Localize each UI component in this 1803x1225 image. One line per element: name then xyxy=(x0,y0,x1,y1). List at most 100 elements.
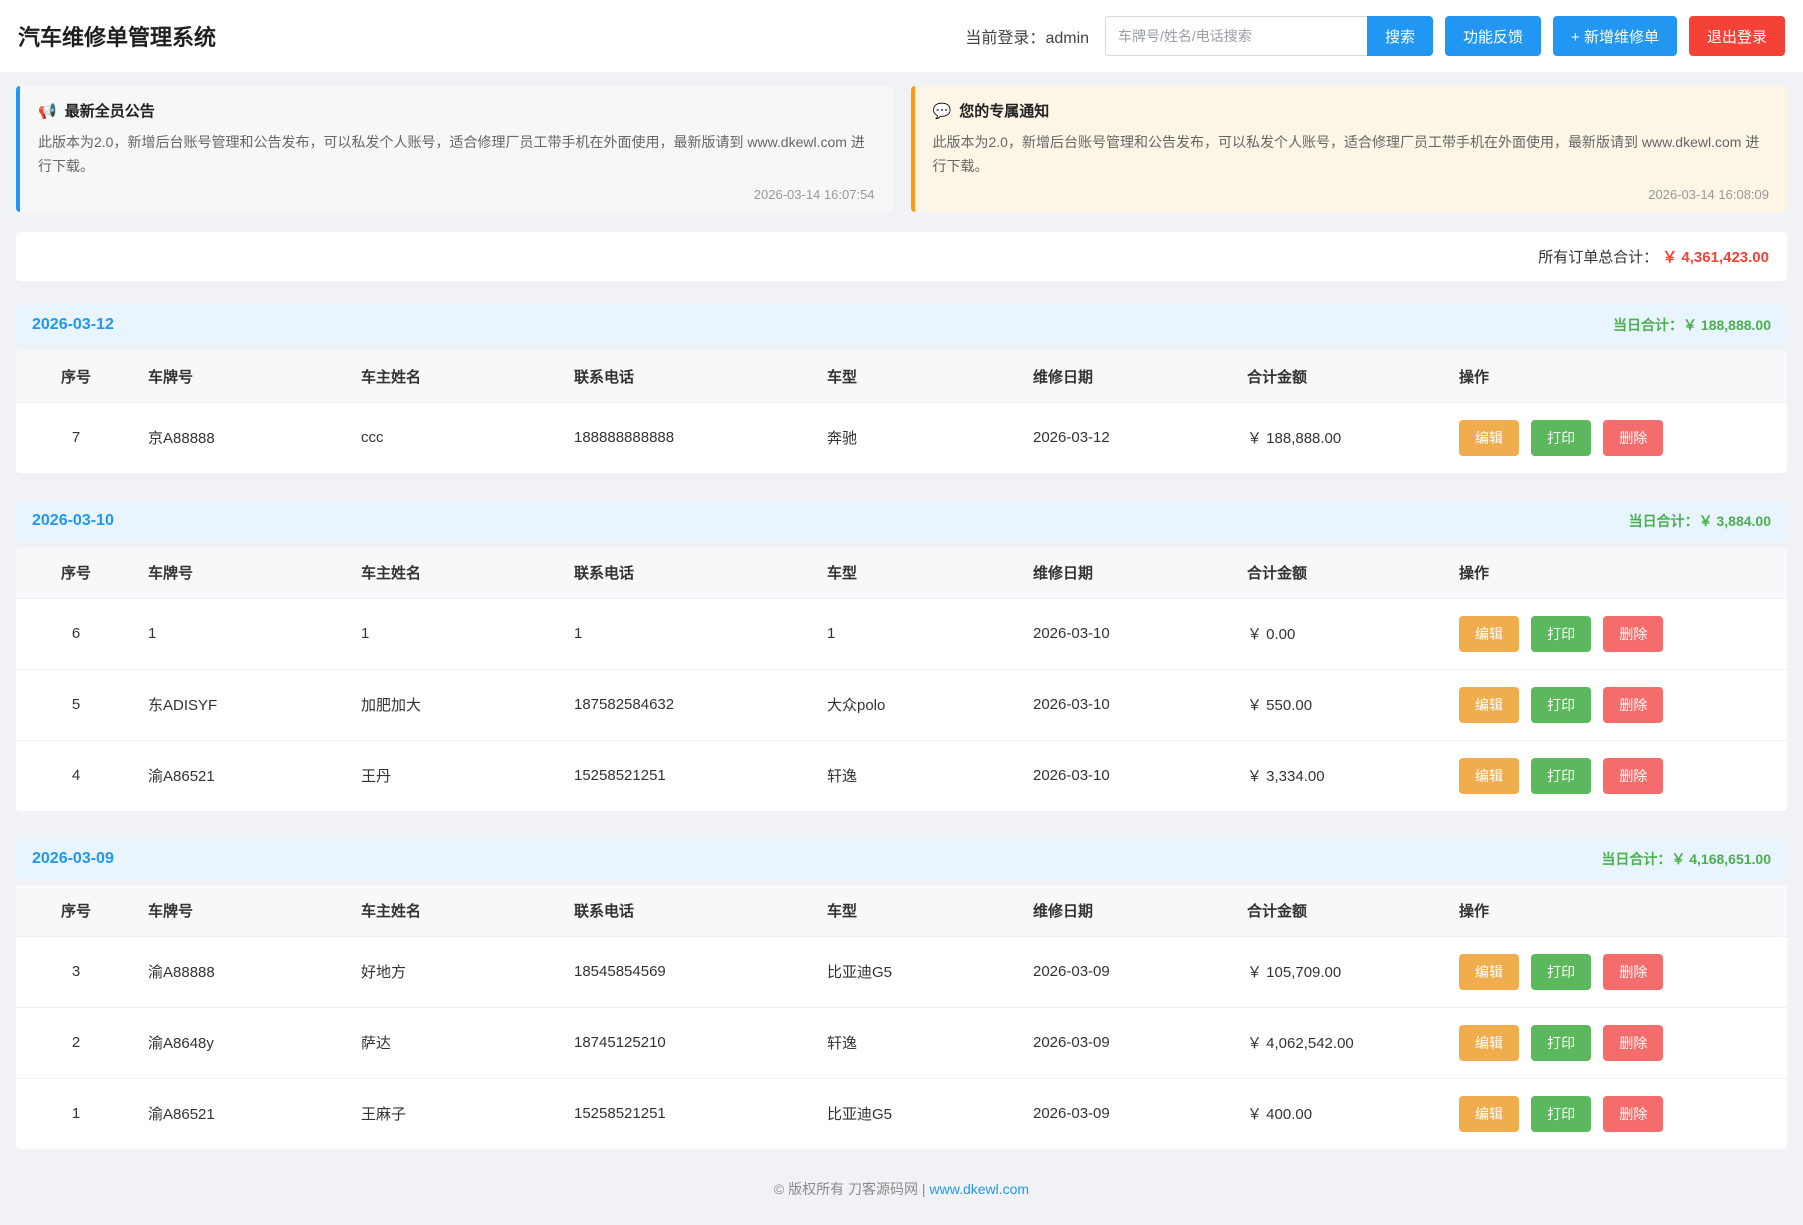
order-plate: 1 xyxy=(136,598,349,669)
column-header-phone: 联系电话 xyxy=(562,885,815,937)
announcement-card: 📢 最新全员公告 此版本为2.0，新增后台账号管理和公告发布，可以私发个人账号，… xyxy=(16,86,893,212)
megaphone-icon: 📢 xyxy=(38,102,57,120)
order-owner: 萨达 xyxy=(349,1007,562,1078)
print-button[interactable]: 打印 xyxy=(1531,687,1591,723)
topbar-actions: 当前登录：admin 搜索 功能反馈 + 新增维修单 退出登录 xyxy=(965,16,1785,56)
order-plate: 渝A86521 xyxy=(136,1078,349,1149)
grand-total-bar: 所有订单总合计：￥ 4,361,423.00 xyxy=(16,232,1787,281)
footer-link[interactable]: www.dkewl.com xyxy=(930,1181,1030,1197)
column-header-model: 车型 xyxy=(815,885,1021,937)
order-actions: 编辑 打印 删除 xyxy=(1447,936,1787,1007)
column-header-no: 序号 xyxy=(16,547,136,599)
order-owner: ccc xyxy=(349,402,562,473)
speech-bubble-icon: 💬 xyxy=(933,102,952,120)
order-phone: 15258521251 xyxy=(562,1078,815,1149)
order-phone: 15258521251 xyxy=(562,740,815,811)
order-phone: 18545854569 xyxy=(562,936,815,1007)
print-button[interactable]: 打印 xyxy=(1531,1096,1591,1132)
order-no: 6 xyxy=(16,598,136,669)
orders-table-card: 序号车牌号车主姓名联系电话车型维修日期合计金额操作 7 京A88888 ccc … xyxy=(16,351,1787,473)
print-button[interactable]: 打印 xyxy=(1531,616,1591,652)
orders-table-card: 序号车牌号车主姓名联系电话车型维修日期合计金额操作 6 1 1 1 1 2026… xyxy=(16,547,1787,811)
column-header-owner: 车主姓名 xyxy=(349,351,562,403)
order-amount: ￥ 4,062,542.00 xyxy=(1235,1007,1447,1078)
orders-table-card: 序号车牌号车主姓名联系电话车型维修日期合计金额操作 3 渝A88888 好地方 … xyxy=(16,885,1787,1149)
order-car-model: 轩逸 xyxy=(815,740,1021,811)
feedback-button[interactable]: 功能反馈 xyxy=(1445,16,1541,56)
order-actions: 编辑 打印 删除 xyxy=(1447,669,1787,740)
column-header-owner: 车主姓名 xyxy=(349,885,562,937)
grand-total-amount: ￥ 4,361,423.00 xyxy=(1662,249,1769,266)
delete-button[interactable]: 删除 xyxy=(1603,1096,1663,1132)
order-repair-date: 2026-03-12 xyxy=(1021,402,1235,473)
table-header-row: 序号车牌号车主姓名联系电话车型维修日期合计金额操作 xyxy=(16,547,1787,599)
print-button[interactable]: 打印 xyxy=(1531,420,1591,456)
order-row: 1 渝A86521 王麻子 15258521251 比亚迪G5 2026-03-… xyxy=(16,1078,1787,1149)
order-actions: 编辑 打印 删除 xyxy=(1447,740,1787,811)
edit-button[interactable]: 编辑 xyxy=(1459,420,1519,456)
order-owner: 加肥加大 xyxy=(349,669,562,740)
edit-button[interactable]: 编辑 xyxy=(1459,758,1519,794)
group-day-total: 当日合计：￥ 188,888.00 xyxy=(1613,315,1771,335)
table-header-row: 序号车牌号车主姓名联系电话车型维修日期合计金额操作 xyxy=(16,351,1787,403)
order-amount: ￥ 400.00 xyxy=(1235,1078,1447,1149)
order-amount: ￥ 550.00 xyxy=(1235,669,1447,740)
group-day-total: 当日合计：￥ 4,168,651.00 xyxy=(1601,849,1771,869)
edit-button[interactable]: 编辑 xyxy=(1459,1096,1519,1132)
table-header-row: 序号车牌号车主姓名联系电话车型维修日期合计金额操作 xyxy=(16,885,1787,937)
edit-button[interactable]: 编辑 xyxy=(1459,616,1519,652)
print-button[interactable]: 打印 xyxy=(1531,1025,1591,1061)
notice-section: 📢 最新全员公告 此版本为2.0，新增后台账号管理和公告发布，可以私发个人账号，… xyxy=(16,86,1787,212)
delete-button[interactable]: 删除 xyxy=(1603,420,1663,456)
search-input[interactable] xyxy=(1105,16,1367,56)
announcement-timestamp: 2026-03-14 16:07:54 xyxy=(38,187,875,202)
date-group: 2026-03-12 当日合计：￥ 188,888.00 序号车牌号车主姓名联系… xyxy=(16,305,1787,473)
order-phone: 187582584632 xyxy=(562,669,815,740)
column-header-plate: 车牌号 xyxy=(136,547,349,599)
app-title: 汽车维修单管理系统 xyxy=(18,20,216,52)
order-row: 3 渝A88888 好地方 18545854569 比亚迪G5 2026-03-… xyxy=(16,936,1787,1007)
delete-button[interactable]: 删除 xyxy=(1603,1025,1663,1061)
column-header-owner: 车主姓名 xyxy=(349,547,562,599)
date-group-header: 2026-03-09 当日合计：￥ 4,168,651.00 xyxy=(16,839,1787,879)
column-header-model: 车型 xyxy=(815,351,1021,403)
order-owner: 好地方 xyxy=(349,936,562,1007)
edit-button[interactable]: 编辑 xyxy=(1459,687,1519,723)
order-phone: 18745125210 xyxy=(562,1007,815,1078)
order-plate: 渝A8648y xyxy=(136,1007,349,1078)
order-car-model: 1 xyxy=(815,598,1021,669)
column-header-actions: 操作 xyxy=(1447,351,1787,403)
order-actions: 编辑 打印 删除 xyxy=(1447,1007,1787,1078)
personal-notice-title: 您的专属通知 xyxy=(959,100,1049,121)
group-date: 2026-03-10 xyxy=(32,512,114,530)
delete-button[interactable]: 删除 xyxy=(1603,954,1663,990)
order-amount: ￥ 105,709.00 xyxy=(1235,936,1447,1007)
print-button[interactable]: 打印 xyxy=(1531,954,1591,990)
print-button[interactable]: 打印 xyxy=(1531,758,1591,794)
order-groups: 2026-03-12 当日合计：￥ 188,888.00 序号车牌号车主姓名联系… xyxy=(0,305,1803,1149)
order-car-model: 奔驰 xyxy=(815,402,1021,473)
order-repair-date: 2026-03-09 xyxy=(1021,936,1235,1007)
order-owner: 1 xyxy=(349,598,562,669)
add-repair-order-button[interactable]: + 新增维修单 xyxy=(1553,16,1677,56)
footer: © 版权所有 刀客源码网 |www.dkewl.com xyxy=(0,1149,1803,1225)
order-repair-date: 2026-03-09 xyxy=(1021,1078,1235,1149)
delete-button[interactable]: 删除 xyxy=(1603,616,1663,652)
logout-button[interactable]: 退出登录 xyxy=(1689,16,1785,56)
orders-table: 序号车牌号车主姓名联系电话车型维修日期合计金额操作 3 渝A88888 好地方 … xyxy=(16,885,1787,1149)
delete-button[interactable]: 删除 xyxy=(1603,687,1663,723)
orders-table: 序号车牌号车主姓名联系电话车型维修日期合计金额操作 7 京A88888 ccc … xyxy=(16,351,1787,473)
order-row: 5 东ADISYF 加肥加大 187582584632 大众polo 2026-… xyxy=(16,669,1787,740)
personal-notice-card: 💬 您的专属通知 此版本为2.0，新增后台账号管理和公告发布，可以私发个人账号，… xyxy=(911,86,1788,212)
column-header-amount: 合计金额 xyxy=(1235,547,1447,599)
date-group: 2026-03-09 当日合计：￥ 4,168,651.00 序号车牌号车主姓名… xyxy=(16,839,1787,1149)
delete-button[interactable]: 删除 xyxy=(1603,758,1663,794)
announcement-header: 📢 最新全员公告 xyxy=(38,100,875,121)
search-button[interactable]: 搜索 xyxy=(1367,16,1433,56)
column-header-plate: 车牌号 xyxy=(136,885,349,937)
order-amount: ￥ 3,334.00 xyxy=(1235,740,1447,811)
order-car-model: 大众polo xyxy=(815,669,1021,740)
edit-button[interactable]: 编辑 xyxy=(1459,954,1519,990)
order-actions: 编辑 打印 删除 xyxy=(1447,1078,1787,1149)
edit-button[interactable]: 编辑 xyxy=(1459,1025,1519,1061)
